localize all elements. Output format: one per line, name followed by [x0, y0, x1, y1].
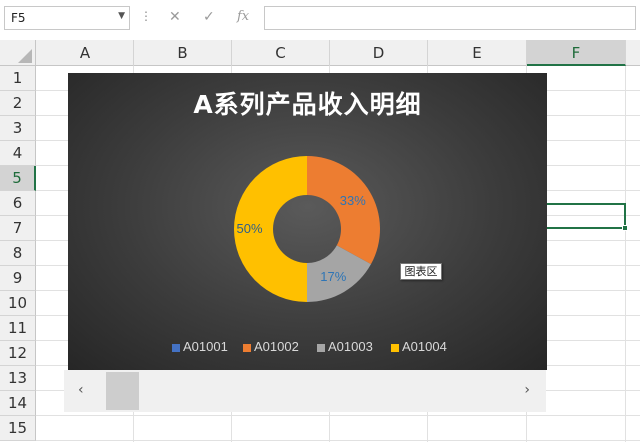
row-header-15[interactable]: 15 — [0, 416, 36, 441]
row-header-11[interactable]: 11 — [0, 316, 36, 341]
row-header-13[interactable]: 13 — [0, 366, 36, 391]
row-header-10[interactable]: 10 — [0, 291, 36, 316]
row-header-6[interactable]: 6 — [0, 191, 36, 216]
select-all-icon — [18, 49, 32, 63]
row-header-8[interactable]: 8 — [0, 241, 36, 266]
scroll-right-icon[interactable]: › — [524, 382, 530, 398]
legend-label: A01002 — [254, 339, 299, 354]
scroll-thumb[interactable] — [106, 372, 139, 410]
chart-area[interactable]: A系列产品收入明细 33% 17% 50% A01001 A01002 A01003 A0… — [68, 73, 547, 370]
gridline — [36, 440, 640, 441]
name-box[interactable]: F5 ▼ — [4, 6, 130, 30]
donut-chart[interactable] — [68, 73, 547, 370]
formula-input[interactable] — [264, 6, 636, 30]
donut-slice-a01002[interactable] — [307, 156, 381, 265]
enter-icon[interactable]: ✓ — [203, 9, 215, 25]
more-options-icon[interactable]: ⋮ — [140, 9, 152, 23]
row-header-5[interactable]: 5 — [0, 166, 36, 191]
chart-tooltip: 图表区 — [400, 263, 442, 280]
column-header-d[interactable]: D — [330, 40, 428, 66]
name-box-value: F5 — [11, 11, 26, 25]
row-header-2[interactable]: 2 — [0, 91, 36, 116]
column-header-b[interactable]: B — [134, 40, 232, 66]
formula-bar: F5 ▼ ⋮ ✕ ✓ fx — [0, 0, 640, 36]
scroll-left-icon[interactable]: ‹ — [78, 382, 84, 398]
legend-label: A01003 — [328, 339, 373, 354]
column-headers: A B C D E F — [0, 40, 640, 66]
data-label-a01002: 33% — [339, 192, 366, 208]
row-header-1[interactable]: 1 — [0, 66, 36, 91]
gridline — [36, 415, 640, 416]
fill-handle[interactable] — [622, 225, 628, 231]
data-label-a01004: 50% — [236, 221, 263, 236]
cancel-icon[interactable]: ✕ — [169, 9, 181, 25]
legend-swatch-icon — [391, 344, 399, 352]
chevron-down-icon[interactable]: ▼ — [118, 11, 125, 21]
row-header-7[interactable]: 7 — [0, 216, 36, 241]
legend-swatch-icon — [317, 344, 325, 352]
row-header-4[interactable]: 4 — [0, 141, 36, 166]
legend-label: A01001 — [183, 339, 228, 354]
legend-label: A01004 — [402, 339, 447, 354]
column-header-e[interactable]: E — [428, 40, 527, 66]
legend-swatch-icon — [243, 344, 251, 352]
column-header-f[interactable]: F — [527, 40, 626, 66]
legend-swatch-icon — [172, 344, 180, 352]
column-header-a[interactable]: A — [37, 40, 134, 66]
row-header-3[interactable]: 3 — [0, 116, 36, 141]
row-header-14[interactable]: 14 — [0, 391, 36, 416]
data-label-a01003: 17% — [320, 268, 347, 284]
gridline — [625, 66, 626, 442]
horizontal-scrollbar[interactable]: ‹ › — [64, 370, 546, 412]
column-header-c[interactable]: C — [232, 40, 330, 66]
formula-buttons: ✕ ✓ fx — [157, 6, 262, 30]
function-icon[interactable]: fx — [237, 9, 249, 24]
chart-legend[interactable]: A01001 A01002 A01003 A01004 — [68, 339, 547, 357]
select-all-button[interactable] — [0, 40, 36, 66]
row-header-12[interactable]: 12 — [0, 341, 36, 366]
row-header-9[interactable]: 9 — [0, 266, 36, 291]
